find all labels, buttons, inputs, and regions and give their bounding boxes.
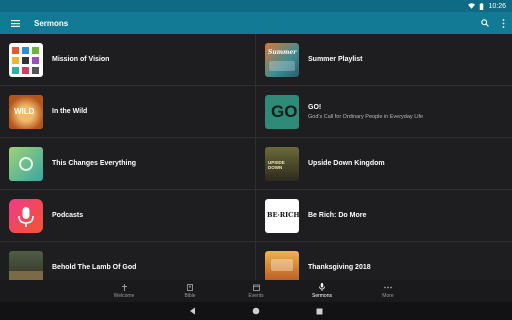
nav-label: Bible — [184, 293, 196, 299]
menu-icon — [10, 19, 20, 27]
sermon-item[interactable]: Mission of Vision — [0, 34, 256, 86]
sermon-item[interactable]: BE·RICH Be Rich: Do More — [256, 190, 512, 242]
nav-label: Sermons — [311, 293, 332, 299]
more-vert-icon — [502, 18, 504, 28]
search-button[interactable] — [476, 12, 494, 34]
nav-bible[interactable]: Bible — [157, 280, 223, 302]
nav-label: More — [382, 293, 394, 299]
sermon-thumbnail: UPSIDE DOWN — [265, 146, 299, 181]
back-icon[interactable] — [189, 307, 196, 315]
book-icon — [187, 283, 193, 291]
sermon-grid: Mission of Vision Summer Summer Playlist… — [0, 34, 512, 280]
wifi-icon — [468, 3, 476, 9]
sermon-thumbnail — [9, 42, 43, 77]
cross-icon — [121, 283, 127, 291]
nav-sermons[interactable]: Sermons — [289, 280, 355, 302]
sermon-thumbnail: Summer — [265, 42, 299, 77]
sermon-title: In the Wild — [52, 108, 88, 115]
sermon-title: GO! — [308, 103, 322, 111]
thumbnail-text: GO — [271, 101, 298, 121]
sermon-title: Summer Playlist — [308, 56, 363, 63]
nav-label: Events — [248, 293, 264, 299]
sermon-item[interactable]: GO GO! God's Call for Ordinary People in… — [256, 86, 512, 138]
sermon-title: Thanksgiving 2018 — [308, 264, 371, 271]
sermon-item[interactable]: Behold The Lamb Of God — [0, 242, 256, 280]
app-bar: Sermons — [0, 12, 512, 34]
thumbnail-text: BE·RICH — [267, 210, 299, 219]
status-bar: 10:26 — [0, 0, 512, 12]
thumbnail-text: WILD — [14, 106, 35, 116]
sermon-thumbnail: WILD — [9, 94, 43, 129]
overflow-menu-button[interactable] — [494, 12, 512, 34]
sermon-item[interactable]: This Changes Everything — [0, 138, 256, 190]
bottom-navigation: Welcome Bible Events Sermons More — [0, 280, 512, 302]
sermon-thumbnail: BE·RICH — [265, 198, 299, 233]
search-icon — [481, 19, 489, 27]
nav-events[interactable]: Events — [223, 280, 289, 302]
sermon-item[interactable]: UPSIDE DOWN Upside Down Kingdom — [256, 138, 512, 190]
nav-label: Welcome — [113, 293, 135, 299]
status-time: 10:26 — [488, 2, 506, 10]
sermon-thumbnail — [9, 250, 43, 280]
status-icons: 10:26 — [468, 2, 506, 10]
sermon-title: Upside Down Kingdom — [308, 160, 385, 167]
page-title: Sermons — [34, 18, 69, 28]
more-dots-icon — [384, 286, 392, 288]
sermon-thumbnail — [265, 250, 299, 280]
nav-more[interactable]: More — [355, 280, 421, 302]
sermon-item[interactable]: Summer Summer Playlist — [256, 34, 512, 86]
sermon-title: This Changes Everything — [52, 160, 137, 167]
thumbnail-text: Summer — [268, 48, 297, 56]
sermon-title: Be Rich: Do More — [308, 212, 367, 219]
sermon-title: Behold The Lamb Of God — [52, 264, 137, 271]
system-navigation-bar — [0, 302, 512, 320]
recents-icon[interactable] — [316, 308, 323, 315]
microphone-icon — [319, 283, 325, 291]
nav-welcome[interactable]: Welcome — [91, 280, 157, 302]
sermon-thumbnail: GO — [265, 94, 299, 129]
thumbnail-text: UPSIDE DOWN — [268, 159, 285, 170]
menu-button[interactable] — [0, 12, 30, 34]
sermon-thumbnail — [9, 146, 43, 181]
sermon-thumbnail — [9, 198, 43, 233]
calendar-icon — [252, 284, 260, 291]
sermon-title: Mission of Vision — [52, 56, 110, 63]
home-icon[interactable] — [252, 307, 260, 315]
sermon-item[interactable]: WILD In the Wild — [0, 86, 256, 138]
sermon-item[interactable]: Podcasts — [0, 190, 256, 242]
sermon-title: Podcasts — [52, 212, 84, 219]
sermon-subtitle: God's Call for Ordinary People in Everyd… — [308, 113, 424, 120]
sermon-item[interactable]: Thanksgiving 2018 — [256, 242, 512, 280]
battery-icon — [480, 2, 484, 10]
microphone-icon — [18, 206, 34, 227]
